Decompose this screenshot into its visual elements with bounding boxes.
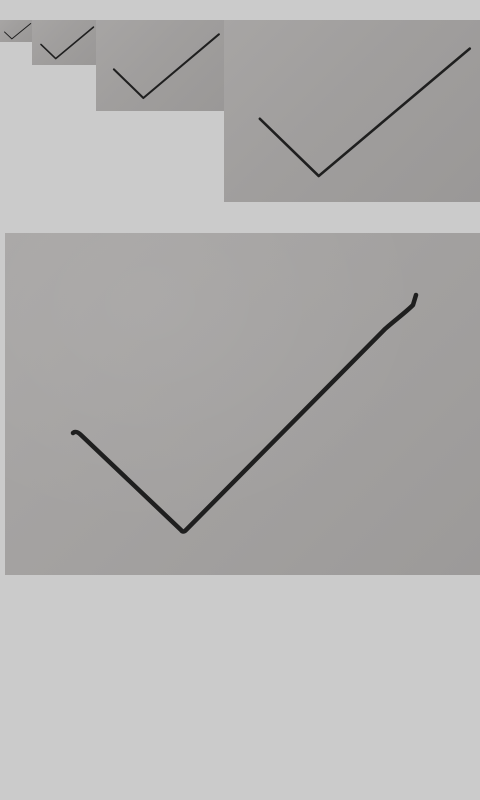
checkmark-icon bbox=[258, 47, 472, 178]
checkmark-icon bbox=[4, 22, 32, 40]
photo-preview[interactable] bbox=[5, 233, 480, 575]
thumbnail-1[interactable] bbox=[0, 20, 32, 42]
thumbnail-4[interactable] bbox=[224, 20, 480, 202]
checkmark-icon bbox=[40, 26, 95, 60]
checkmark-icon bbox=[70, 292, 419, 534]
thumbnail-2[interactable] bbox=[32, 20, 96, 65]
checkmark-icon bbox=[112, 33, 220, 100]
gallery-screen bbox=[0, 0, 480, 800]
thumbnail-3[interactable] bbox=[96, 20, 224, 111]
